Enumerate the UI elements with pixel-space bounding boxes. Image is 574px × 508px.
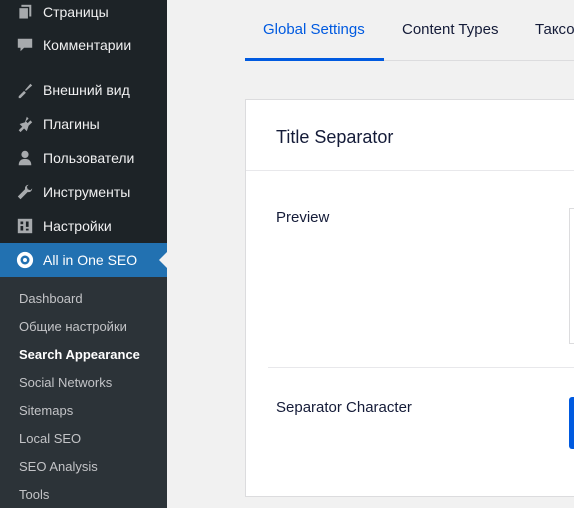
- menu-item-label: Настройки: [43, 218, 112, 234]
- submenu-item-social-networks[interactable]: Social Networks: [19, 375, 112, 390]
- menu-item-settings[interactable]: Настройки: [0, 209, 167, 243]
- submenu-item-general-settings[interactable]: Общие настройки: [19, 319, 127, 334]
- menu-item-comments[interactable]: Комментарии: [0, 28, 167, 62]
- submenu-item-sitemaps[interactable]: Sitemaps: [19, 403, 73, 418]
- pages-icon: [18, 4, 32, 20]
- users-icon: [18, 150, 32, 166]
- tab-global-settings[interactable]: Global Settings: [263, 21, 365, 38]
- submenu-item-tools[interactable]: Tools: [19, 487, 49, 502]
- menu-item-appearance[interactable]: Внешний вид: [0, 73, 167, 107]
- separator-character-label: Separator Character: [276, 399, 412, 416]
- separator-option-button[interactable]: [569, 397, 574, 449]
- menu-item-label: Инструменты: [43, 184, 131, 200]
- admin-sidebar: Страницы Комментарии Внешний вид Плагины…: [0, 0, 167, 508]
- preview-box: [569, 208, 574, 344]
- submenu-item-dashboard[interactable]: Dashboard: [19, 291, 83, 306]
- divider: [246, 170, 574, 171]
- aioseo-icon: [16, 251, 34, 269]
- submenu-item-local-seo[interactable]: Local SEO: [19, 431, 81, 446]
- menu-item-tools[interactable]: Инструменты: [0, 175, 167, 209]
- menu-item-pages[interactable]: Страницы: [0, 0, 167, 29]
- settings-tabs: Global Settings Content Types Таксо: [245, 0, 574, 61]
- menu-item-users[interactable]: Пользователи: [0, 141, 167, 175]
- menu-item-plugins[interactable]: Плагины: [0, 107, 167, 141]
- submenu-item-seo-analysis[interactable]: SEO Analysis: [19, 459, 98, 474]
- aioseo-submenu: Dashboard Общие настройки Search Appeara…: [0, 277, 167, 508]
- preview-label: Preview: [276, 209, 330, 226]
- tab-taxonomies[interactable]: Таксо: [535, 21, 574, 38]
- comments-icon: [17, 38, 33, 52]
- active-tab-indicator: [245, 58, 384, 61]
- active-arrow-indicator: [159, 252, 167, 268]
- plugins-icon: [18, 116, 33, 133]
- menu-item-label: All in One SEO: [43, 252, 138, 268]
- appearance-icon: [18, 83, 33, 99]
- title-separator-card: Title Separator Preview Separator Charac…: [245, 99, 574, 497]
- menu-item-label: Плагины: [43, 116, 100, 132]
- divider: [268, 367, 574, 368]
- tab-content-types[interactable]: Content Types: [402, 21, 498, 38]
- card-title: Title Separator: [276, 127, 394, 147]
- menu-item-aioseo[interactable]: All in One SEO: [0, 243, 167, 277]
- menu-item-label: Страницы: [43, 4, 109, 20]
- menu-item-label: Внешний вид: [43, 82, 130, 98]
- submenu-item-search-appearance[interactable]: Search Appearance: [19, 347, 140, 362]
- menu-item-label: Пользователи: [43, 150, 135, 166]
- settings-icon: [17, 218, 33, 234]
- menu-item-label: Комментарии: [43, 37, 132, 53]
- tools-icon: [17, 184, 33, 200]
